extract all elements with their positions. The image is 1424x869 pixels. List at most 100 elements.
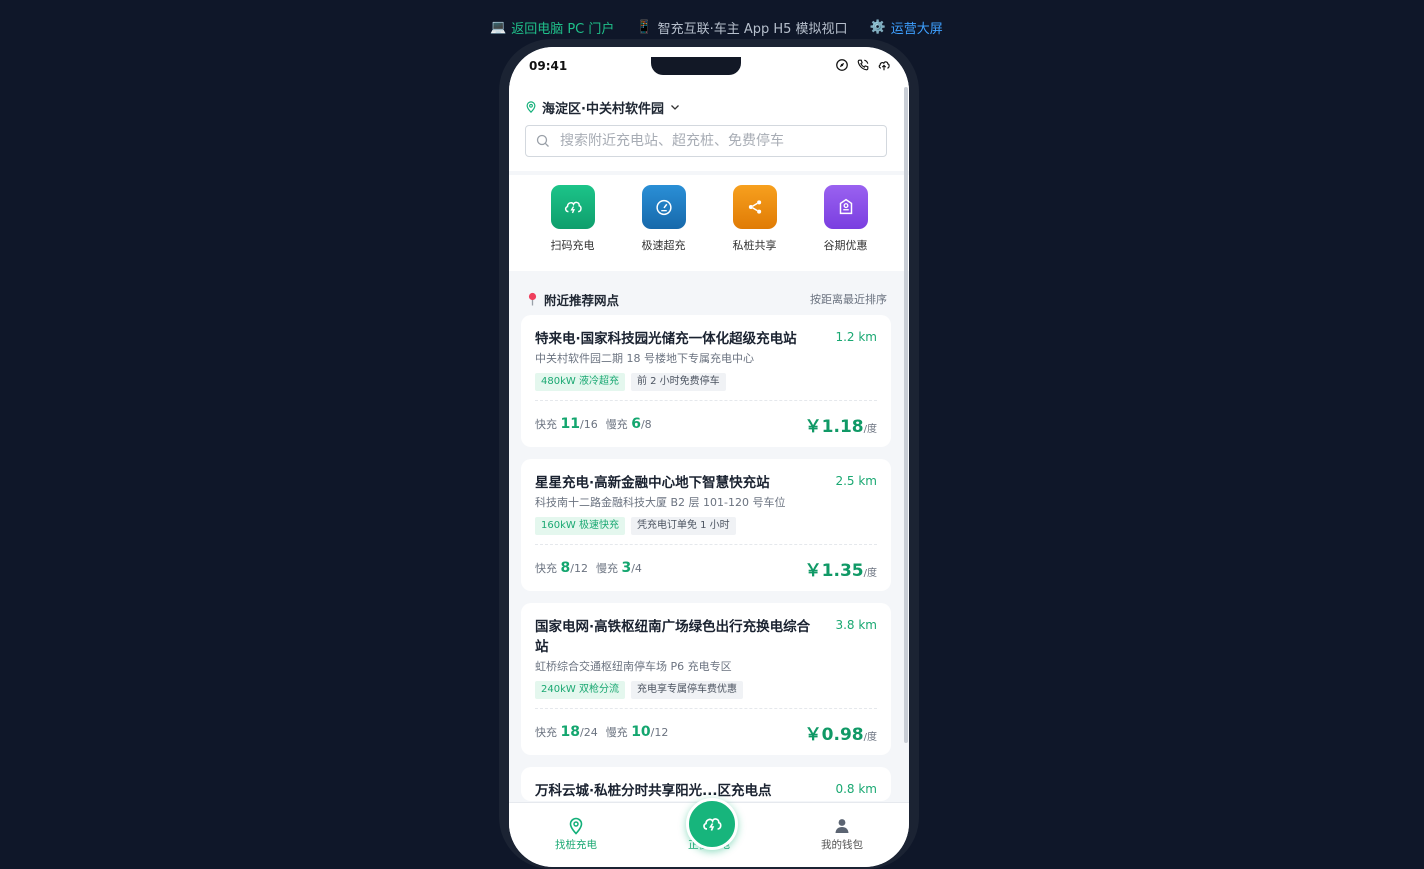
price-unit: /度	[863, 423, 877, 435]
station-distance: 2.5 km	[835, 474, 877, 488]
laptop-icon: 💻	[490, 19, 507, 35]
nearby-title-text: 附近推荐网点	[544, 292, 620, 308]
station-price: ￥1.35/度	[805, 556, 877, 581]
slow-label: 慢充	[605, 418, 628, 431]
quick-scan-charge[interactable]: 扫码充电	[538, 185, 608, 253]
station-name: 特来电·国家科技园光储充一体化超级充电站	[535, 331, 797, 347]
price-unit: /度	[863, 731, 877, 743]
station-price: ￥1.18/度	[805, 412, 877, 437]
status-bar: 09:41	[509, 47, 909, 85]
availability: 快充 11/16 慢充 6/8	[535, 416, 652, 432]
station-distance: 0.8 km	[835, 782, 877, 796]
chevron-down-icon	[670, 105, 679, 110]
price-value: ￥1.18	[804, 416, 864, 437]
station-name: 星星充电·高新金融中心地下智慧快充站	[535, 475, 770, 491]
notch	[651, 57, 741, 75]
search-input[interactable]	[558, 132, 886, 150]
mobile-icon: 📱	[636, 19, 653, 35]
slow-total: /8	[640, 418, 652, 431]
slow-free: 6	[631, 416, 641, 432]
slow-total: /12	[650, 726, 669, 739]
price-unit: /度	[863, 567, 877, 579]
share-icon	[732, 185, 777, 229]
availability: 快充 18/24 慢充 10/12	[535, 724, 668, 740]
location-pin-icon	[526, 101, 536, 113]
charging-fab-button[interactable]	[686, 798, 738, 850]
station-address: 科技南十二路金融科技大厦 B2 层 101-120 号车位	[535, 496, 786, 509]
station-card[interactable]: 星星充电·高新金融中心地下智慧快充站 2.5 km 科技南十二路金融科技大厦 B…	[521, 459, 891, 591]
status-icons	[835, 58, 891, 72]
fast-free: 8	[560, 560, 571, 576]
power-tag: 160kW 极速快充	[535, 517, 625, 535]
phone-screen: 09:41 海淀区·中关村软件园 扫码充电	[509, 47, 909, 867]
ops-dashboard-label: 运营大屏	[890, 21, 943, 37]
location-label: 海淀区·中关村软件园	[542, 101, 664, 117]
station-distance: 3.8 km	[835, 618, 877, 632]
top-links-bar: 💻 返回电脑 PC 门户 📱 智充互联·车主 App H5 模拟视口 ⚙️ 运营…	[490, 17, 943, 37]
search-box	[525, 125, 887, 157]
back-to-pc-link[interactable]: 💻 返回电脑 PC 门户	[490, 18, 614, 37]
tab-label: 我的钱包	[821, 839, 863, 851]
ops-dashboard-link[interactable]: ⚙️ 运营大屏	[870, 18, 943, 37]
home-header: 海淀区·中关村软件园	[509, 85, 909, 171]
slow-label: 慢充	[595, 562, 618, 575]
station-distance: 1.2 km	[835, 330, 877, 344]
station-address: 中关村软件园二期 18 号楼地下专属充电中心	[535, 352, 754, 365]
fast-total: /24	[579, 726, 598, 739]
cloud-bolt-icon	[550, 185, 595, 229]
back-to-pc-label: 返回电脑 PC 门户	[511, 21, 615, 37]
quick-super-charge[interactable]: 极速超充	[629, 185, 699, 253]
location-pin-icon	[569, 817, 583, 835]
station-name: 万科云城·私桩分时共享阳光...区充电点	[535, 783, 772, 799]
quick-label: 扫码充电	[550, 239, 595, 252]
slow-label: 慢充	[605, 726, 628, 739]
nearby-section-header: 附近推荐网点 按距离最近排序	[509, 271, 909, 315]
home-scroll-area[interactable]: 海淀区·中关村软件园 扫码充电 极速超充	[509, 85, 909, 867]
app-viewport-label: 📱 智充互联·车主 App H5 模拟视口	[636, 18, 847, 37]
perk-tag: 前 2 小时免费停车	[630, 373, 726, 391]
tab-find-charger[interactable]: 找桩充电	[541, 803, 611, 867]
fast-total: /12	[570, 562, 588, 575]
quick-private-share[interactable]: 私桩共享	[720, 185, 790, 253]
gauge-icon	[641, 185, 686, 229]
red-pin-icon	[528, 292, 537, 306]
nearby-title: 附近推荐网点	[527, 290, 619, 309]
user-icon	[835, 819, 849, 833]
quick-label: 谷期优惠	[823, 239, 868, 252]
location-selector[interactable]: 海淀区·中关村软件园	[525, 98, 887, 117]
fast-free: 11	[560, 416, 580, 432]
fast-label: 快充	[535, 562, 557, 575]
scrollbar[interactable]	[904, 87, 908, 743]
compass-icon	[836, 59, 848, 71]
station-name: 国家电网·高铁枢纽南广场绿色出行充换电综合站	[535, 619, 811, 655]
app-viewport-text: 智充互联·车主 App H5 模拟视口	[657, 21, 848, 37]
cloud-bolt-icon	[703, 818, 722, 831]
sort-toggle[interactable]: 按距离最近排序	[810, 291, 887, 307]
fast-label: 快充	[535, 726, 557, 739]
quick-label: 极速超充	[641, 239, 686, 252]
perk-tag: 凭充电订单免 1 小时	[630, 517, 736, 535]
station-address: 虹桥综合交通枢纽南停车场 P6 充电专区	[535, 660, 732, 673]
fast-label: 快充	[535, 418, 557, 431]
phone-call-icon	[857, 59, 869, 71]
perk-tag: 充电享专属停车费优惠	[630, 681, 743, 699]
station-card[interactable]: 特来电·国家科技园光储充一体化超级充电站 1.2 km 中关村软件园二期 18 …	[521, 315, 891, 447]
station-card[interactable]: 万科云城·私桩分时共享阳光...区充电点 0.8 km	[521, 767, 891, 801]
price-value: ￥1.35	[804, 560, 864, 581]
tab-label: 找桩充电	[555, 839, 597, 851]
slow-free: 10	[631, 724, 651, 740]
station-card[interactable]: 国家电网·高铁枢纽南广场绿色出行充换电综合站 3.8 km 虹桥综合交通枢纽南停…	[521, 603, 891, 755]
slow-total: /4	[631, 562, 642, 575]
quick-label: 私桩共享	[732, 239, 777, 252]
fast-free: 18	[560, 724, 580, 740]
tab-wallet[interactable]: 我的钱包	[807, 803, 877, 867]
search-icon	[536, 134, 549, 147]
availability: 快充 8/12 慢充 3/4	[535, 560, 642, 576]
power-tag: 240kW 双枪分流	[535, 681, 625, 699]
price-value: ￥0.98	[804, 724, 864, 745]
gear-icon: ⚙️	[869, 19, 886, 35]
quick-valley-discount[interactable]: 谷期优惠	[811, 185, 881, 253]
station-price: ￥0.98/度	[805, 720, 877, 745]
coupon-icon	[823, 185, 868, 229]
status-time: 09:41	[529, 59, 568, 73]
